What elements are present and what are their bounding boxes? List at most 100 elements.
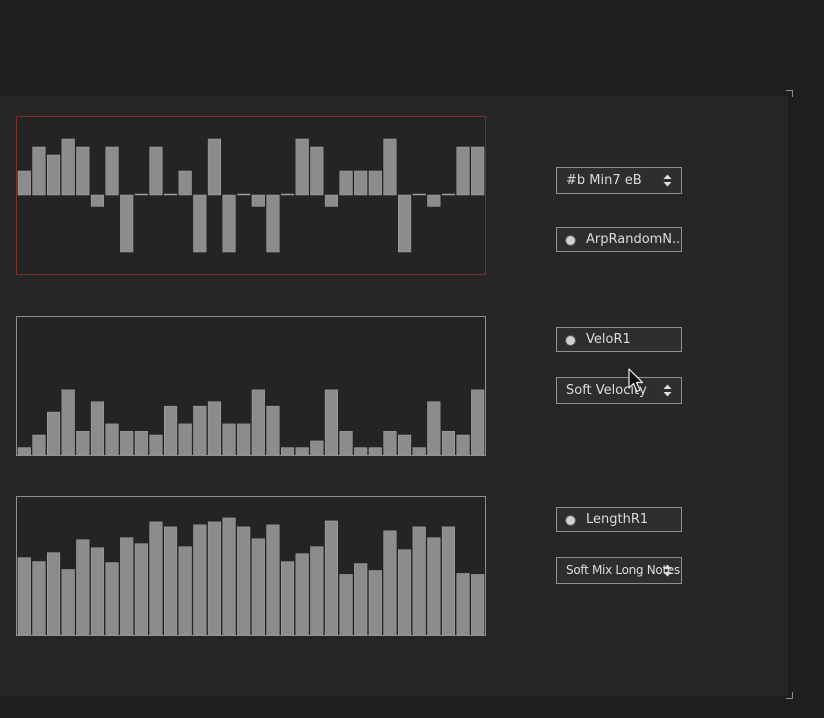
- pitch-step-bar-1[interactable]: [17, 170, 31, 196]
- length-step-bar-29[interactable]: [427, 537, 441, 635]
- length-step-bar-9[interactable]: [134, 543, 148, 635]
- length-step-bar-16[interactable]: [237, 526, 251, 635]
- pitch-step-bar-32[interactable]: [471, 146, 485, 196]
- pitch-step-bar-23[interactable]: [339, 170, 353, 196]
- length-step-bar-1[interactable]: [17, 557, 31, 635]
- length-step-bar-19[interactable]: [281, 561, 295, 635]
- length-preset-dropdown[interactable]: Soft Mix Long Notes: [556, 557, 682, 584]
- length-step-bar-20[interactable]: [295, 553, 309, 635]
- pitch-step-bar-13[interactable]: [193, 194, 207, 253]
- pitch-step-bar-2[interactable]: [32, 146, 46, 196]
- length-step-bar-17[interactable]: [251, 538, 265, 635]
- velocity-step-bar-21[interactable]: [310, 440, 324, 455]
- length-step-bar-24[interactable]: [354, 563, 368, 635]
- length-step-bar-14[interactable]: [207, 521, 222, 635]
- velocity-preset-dropdown[interactable]: Soft Velocity: [556, 377, 682, 404]
- velocity-step-bar-15[interactable]: [222, 423, 236, 455]
- velocity-step-bar-2[interactable]: [32, 434, 46, 455]
- velocity-step-bar-26[interactable]: [383, 431, 397, 455]
- velocity-step-bar-20[interactable]: [295, 447, 309, 455]
- velocity-step-bar-9[interactable]: [134, 431, 148, 455]
- velocity-step-bar-7[interactable]: [105, 423, 119, 455]
- velocity-step-bar-25[interactable]: [368, 447, 382, 455]
- length-step-bar-21[interactable]: [310, 546, 324, 635]
- velocity-step-bar-12[interactable]: [178, 423, 192, 455]
- length-step-bar-11[interactable]: [164, 526, 178, 635]
- velocity-step-bar-32[interactable]: [471, 389, 485, 455]
- length-step-bar-5[interactable]: [76, 539, 90, 635]
- length-step-bar-7[interactable]: [105, 562, 119, 635]
- velocity-step-bar-17[interactable]: [251, 389, 265, 455]
- pitch-step-bar-18[interactable]: [266, 194, 280, 253]
- length-step-bar-23[interactable]: [339, 574, 353, 635]
- pitch-step-graph[interactable]: [16, 116, 486, 275]
- velocity-step-bar-18[interactable]: [266, 405, 280, 455]
- pitch-step-bar-28[interactable]: [412, 193, 426, 196]
- pitch-step-bar-20[interactable]: [295, 138, 309, 196]
- pitch-step-bar-22[interactable]: [324, 194, 339, 207]
- pitch-step-bar-7[interactable]: [105, 146, 119, 196]
- velocity-step-graph[interactable]: [16, 316, 486, 456]
- pitch-step-bar-9[interactable]: [134, 193, 148, 196]
- velocity-step-bar-22[interactable]: [324, 389, 339, 455]
- length-step-bar-22[interactable]: [324, 520, 339, 635]
- velocity-step-bar-3[interactable]: [47, 411, 61, 455]
- velocity-step-bar-27[interactable]: [398, 434, 412, 455]
- pitch-step-bar-24[interactable]: [354, 170, 368, 196]
- length-step-bar-32[interactable]: [471, 574, 485, 635]
- velocity-step-bar-14[interactable]: [207, 401, 222, 455]
- pitch-step-bar-31[interactable]: [456, 146, 470, 196]
- length-step-bar-27[interactable]: [398, 549, 412, 635]
- pitch-step-bar-15[interactable]: [222, 194, 236, 253]
- pitch-step-bar-4[interactable]: [61, 138, 75, 196]
- pitch-step-bar-10[interactable]: [149, 146, 163, 196]
- length-step-bar-6[interactable]: [90, 547, 105, 635]
- arp-random-toggle[interactable]: ArpRandomN...: [556, 227, 682, 252]
- velocity-step-bar-16[interactable]: [237, 423, 251, 455]
- length-step-bar-26[interactable]: [383, 530, 397, 635]
- pitch-step-bar-14[interactable]: [207, 138, 222, 196]
- velocity-step-bar-1[interactable]: [17, 447, 31, 455]
- pitch-step-bar-17[interactable]: [251, 194, 265, 207]
- length-step-bar-10[interactable]: [149, 521, 163, 635]
- length-step-bar-2[interactable]: [32, 561, 46, 635]
- velocity-step-bar-30[interactable]: [441, 431, 456, 455]
- velocity-step-bar-13[interactable]: [193, 405, 207, 455]
- velocity-step-bar-23[interactable]: [339, 431, 353, 455]
- length-random-toggle[interactable]: LengthR1: [556, 507, 682, 532]
- velocity-step-bar-5[interactable]: [76, 431, 90, 455]
- pitch-step-bar-5[interactable]: [76, 146, 90, 196]
- length-step-bar-4[interactable]: [61, 569, 75, 635]
- length-step-bar-25[interactable]: [368, 570, 382, 635]
- pitch-step-bar-21[interactable]: [310, 146, 324, 196]
- length-step-bar-15[interactable]: [222, 517, 236, 635]
- velocity-random-toggle[interactable]: VeloR1: [556, 327, 682, 352]
- velocity-step-bar-19[interactable]: [281, 447, 295, 455]
- pitch-step-bar-6[interactable]: [90, 194, 105, 207]
- length-step-bar-8[interactable]: [120, 537, 134, 635]
- velocity-step-bar-28[interactable]: [412, 447, 426, 455]
- length-bars[interactable]: [17, 497, 485, 635]
- pitch-step-bar-29[interactable]: [427, 194, 441, 207]
- length-step-bar-13[interactable]: [193, 524, 207, 635]
- pitch-step-bar-8[interactable]: [120, 194, 134, 253]
- length-step-graph[interactable]: [16, 496, 486, 636]
- length-step-bar-30[interactable]: [441, 526, 456, 635]
- pitch-bars[interactable]: [17, 117, 485, 274]
- pitch-step-bar-27[interactable]: [398, 194, 412, 253]
- pitch-step-bar-11[interactable]: [164, 193, 178, 196]
- length-step-bar-28[interactable]: [412, 526, 426, 635]
- velocity-step-bar-24[interactable]: [354, 447, 368, 455]
- velocity-step-bar-4[interactable]: [61, 389, 75, 455]
- pitch-step-bar-25[interactable]: [368, 170, 382, 196]
- pitch-step-bar-16[interactable]: [237, 193, 251, 196]
- pitch-step-bar-3[interactable]: [47, 154, 61, 196]
- velocity-step-bar-11[interactable]: [164, 405, 178, 455]
- pitch-step-bar-30[interactable]: [441, 193, 456, 196]
- length-step-bar-12[interactable]: [178, 546, 192, 635]
- pitch-step-bar-26[interactable]: [383, 138, 397, 196]
- velocity-step-bar-8[interactable]: [120, 431, 134, 455]
- length-step-bar-18[interactable]: [266, 524, 280, 635]
- pitch-step-bar-12[interactable]: [178, 170, 192, 196]
- length-step-bar-31[interactable]: [456, 573, 470, 635]
